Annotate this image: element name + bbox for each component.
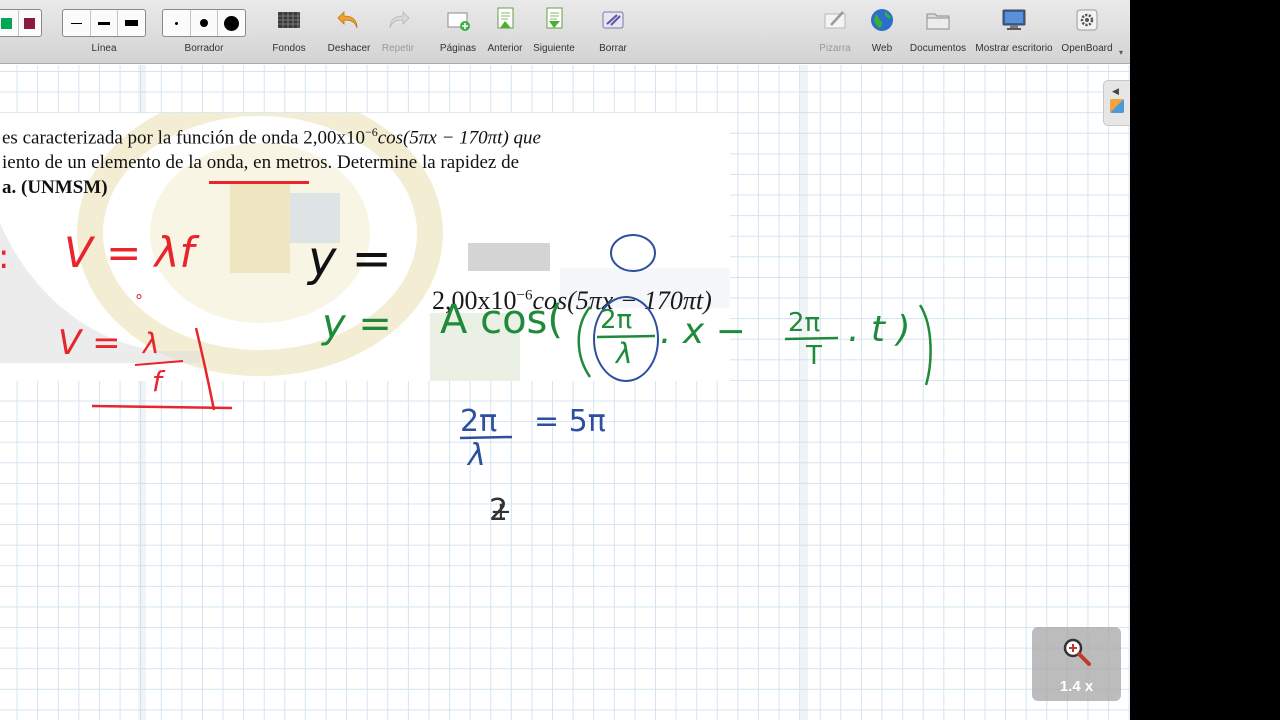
line-width-selector [62, 9, 146, 37]
documents-button[interactable]: Documentos [908, 0, 968, 64]
line-thin-option[interactable] [63, 10, 91, 36]
red-v-lhs: V = [58, 323, 121, 363]
green-2pi-numerator: 2π [600, 305, 633, 335]
ink-strokes-layer [91, 234, 932, 440]
next-label: Siguiente [533, 43, 575, 54]
color-swatch-green[interactable] [0, 10, 19, 36]
openboard-window: Línea Borrador Fondos Deshacer Repetir P… [0, 0, 1130, 720]
grid-background-icon [278, 12, 300, 28]
green-y-equals: y = [322, 301, 392, 347]
web-label: Web [871, 43, 893, 54]
red-fraction-bar [91, 404, 233, 410]
toolbar: Línea Borrador Fondos Deshacer Repetir P… [0, 0, 1130, 64]
green-lambda-denominator: λ [616, 337, 633, 370]
globe-icon [871, 9, 893, 31]
clear-label: Borrar [599, 43, 627, 54]
show-desktop-label: Mostrar escritorio [975, 43, 1053, 54]
eraser-size-group: Borrador [162, 0, 246, 64]
board-button[interactable]: Pizarra [814, 0, 856, 64]
red-partial-mark: : [0, 237, 9, 277]
blue-circle-5pi [610, 234, 656, 272]
line-thick-option[interactable] [118, 10, 145, 36]
red-lambda-numerator: λ [143, 327, 160, 360]
eraser-small-option[interactable] [163, 10, 191, 36]
green-a-cos: A cos( [440, 297, 563, 343]
pen-cursor-icon: + [490, 497, 512, 527]
line-medium-option[interactable] [91, 10, 119, 36]
web-button[interactable]: Web [862, 0, 902, 64]
blue-equals-5pi: = 5π [534, 404, 606, 439]
gear-icon [1076, 9, 1098, 31]
whiteboard-canvas[interactable]: es caracterizada por la función de onda … [0, 65, 1130, 720]
previous-page-button[interactable]: Anterior [484, 0, 526, 64]
library-icon [1110, 99, 1124, 113]
green-fraction-bar-2 [784, 336, 839, 341]
line-label: Línea [91, 43, 117, 54]
red-f-denominator: f [152, 365, 162, 398]
collapse-arrow-icon: ◀ [1112, 86, 1119, 96]
green-t-term: . t ) [848, 309, 911, 350]
red-speed-formula: V = λf [64, 228, 195, 277]
redo-arrow-icon [389, 11, 410, 29]
eraser-large-option[interactable] [218, 10, 245, 36]
add-page-icon [447, 12, 470, 31]
red-bracket-stroke [194, 327, 216, 411]
red-small-mark: ° [135, 291, 143, 310]
color-palette [0, 9, 42, 37]
eraser-size-selector [162, 9, 246, 37]
green-t-denominator: T [806, 341, 822, 371]
eraser-medium-option[interactable] [191, 10, 219, 36]
green-x-term: . x − [660, 311, 746, 352]
documents-label: Documentos [909, 43, 967, 54]
clear-button[interactable]: Borrar [592, 0, 634, 64]
menu-dropdown-icon[interactable]: ▾ [1119, 48, 1123, 57]
pages-label: Páginas [439, 43, 477, 54]
library-panel-tab[interactable]: ◀ [1103, 80, 1130, 126]
eraser-label: Borrador [184, 43, 224, 54]
backgrounds-label: Fondos [272, 43, 306, 54]
undo-arrow-icon [337, 11, 358, 29]
show-desktop-button[interactable]: Mostrar escritorio [972, 0, 1056, 64]
green-open-paren [577, 306, 592, 378]
magnifier-icon [1063, 638, 1091, 666]
line-width-group: Línea [62, 0, 146, 64]
openboard-menu-button[interactable]: OpenBoard [1058, 0, 1116, 64]
previous-page-icon [497, 7, 514, 29]
undo-button[interactable]: Deshacer [324, 0, 374, 64]
next-page-button[interactable]: Siguiente [530, 0, 578, 64]
folder-icon [926, 13, 950, 30]
board-label: Pizarra [819, 43, 851, 54]
redo-button[interactable]: Repetir [377, 0, 419, 64]
zoom-level-label: 1.4 x [1059, 678, 1094, 695]
board-pencil-icon [824, 11, 846, 29]
pages-button[interactable]: Páginas [435, 0, 481, 64]
black-y-equals: y = [308, 231, 392, 287]
monitor-icon [1002, 9, 1026, 30]
undo-label: Deshacer [327, 43, 371, 54]
blue-lambda-denominator: λ [468, 438, 486, 473]
color-swatch-maroon[interactable] [19, 10, 42, 36]
next-page-icon [546, 7, 563, 29]
clear-page-icon [602, 11, 624, 29]
zoom-indicator[interactable]: 1.4 x [1032, 627, 1121, 701]
green-2pi-numerator-2: 2π [788, 308, 821, 338]
blue-2pi-numerator: 2π [460, 404, 498, 439]
previous-label: Anterior [487, 43, 523, 54]
openboard-label: OpenBoard [1061, 43, 1113, 54]
green-close-paren [918, 304, 932, 386]
redo-label: Repetir [381, 43, 415, 54]
backgrounds-button[interactable]: Fondos [266, 0, 312, 64]
